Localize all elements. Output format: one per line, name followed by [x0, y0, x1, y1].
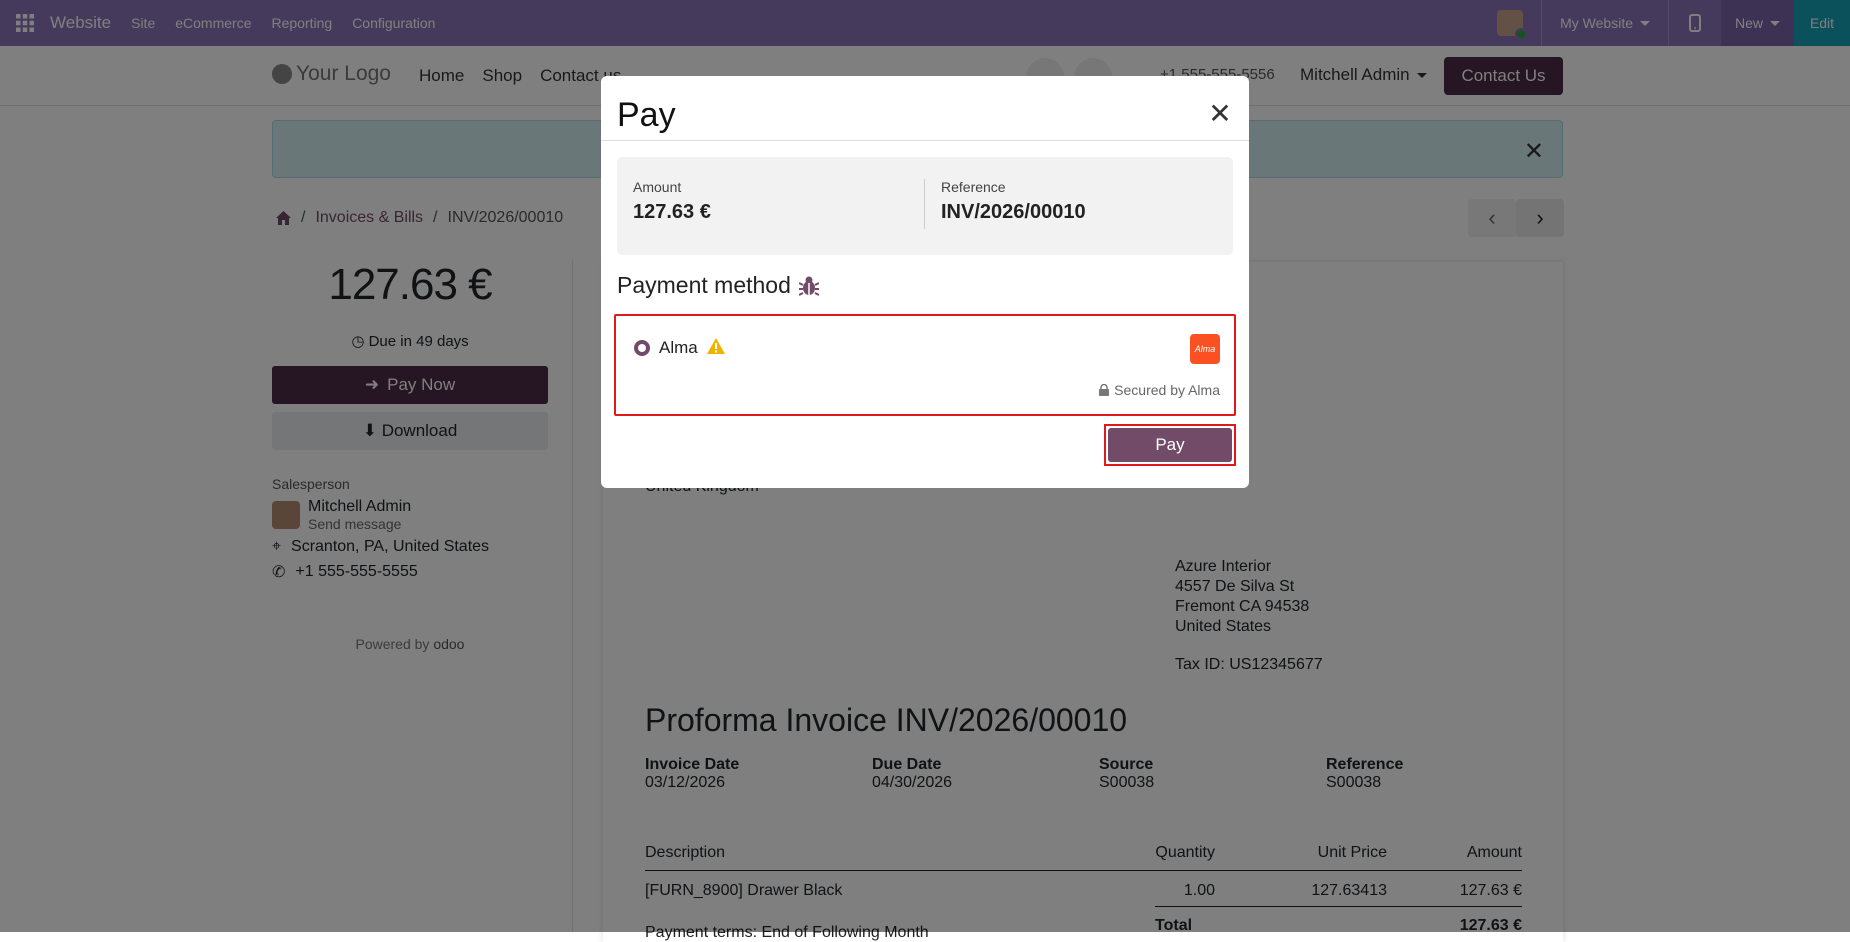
bug-icon[interactable]	[798, 275, 819, 297]
close-icon[interactable]: ✕	[1205, 98, 1235, 129]
alma-logo: Alma	[1190, 334, 1220, 364]
payment-summary: Amount 127.63 € Reference INV/2026/00010	[617, 157, 1233, 255]
divider	[601, 140, 1249, 141]
pay-button[interactable]: Pay	[1108, 428, 1232, 462]
secured-text: Secured by Alma	[1114, 382, 1220, 398]
reference-label: Reference	[941, 179, 1006, 195]
divider	[924, 179, 925, 229]
summary-reference: Reference INV/2026/00010	[941, 179, 1086, 224]
pay-button-highlight: Pay	[1104, 424, 1236, 466]
payment-method-name: Alma	[659, 338, 698, 357]
pay-dialog: Pay ✕ Amount 127.63 € Reference INV/2026…	[601, 76, 1249, 488]
amount-label: Amount	[633, 179, 682, 195]
dialog-title: Pay	[617, 96, 676, 134]
reference-value: INV/2026/00010	[941, 201, 1086, 223]
payment-method-title: Payment method	[617, 272, 791, 298]
payment-option-alma[interactable]: Alma Alma Secured by Alma	[614, 314, 1236, 416]
secured-note: Secured by Alma	[1099, 382, 1220, 398]
summary-amount: Amount 127.63 €	[633, 179, 711, 224]
amount-value: 127.63 €	[633, 201, 711, 223]
lock-icon	[1099, 384, 1110, 396]
warning-icon	[707, 338, 725, 354]
payment-method-heading: Payment method	[617, 272, 819, 299]
payment-method-radio[interactable]	[634, 340, 650, 356]
